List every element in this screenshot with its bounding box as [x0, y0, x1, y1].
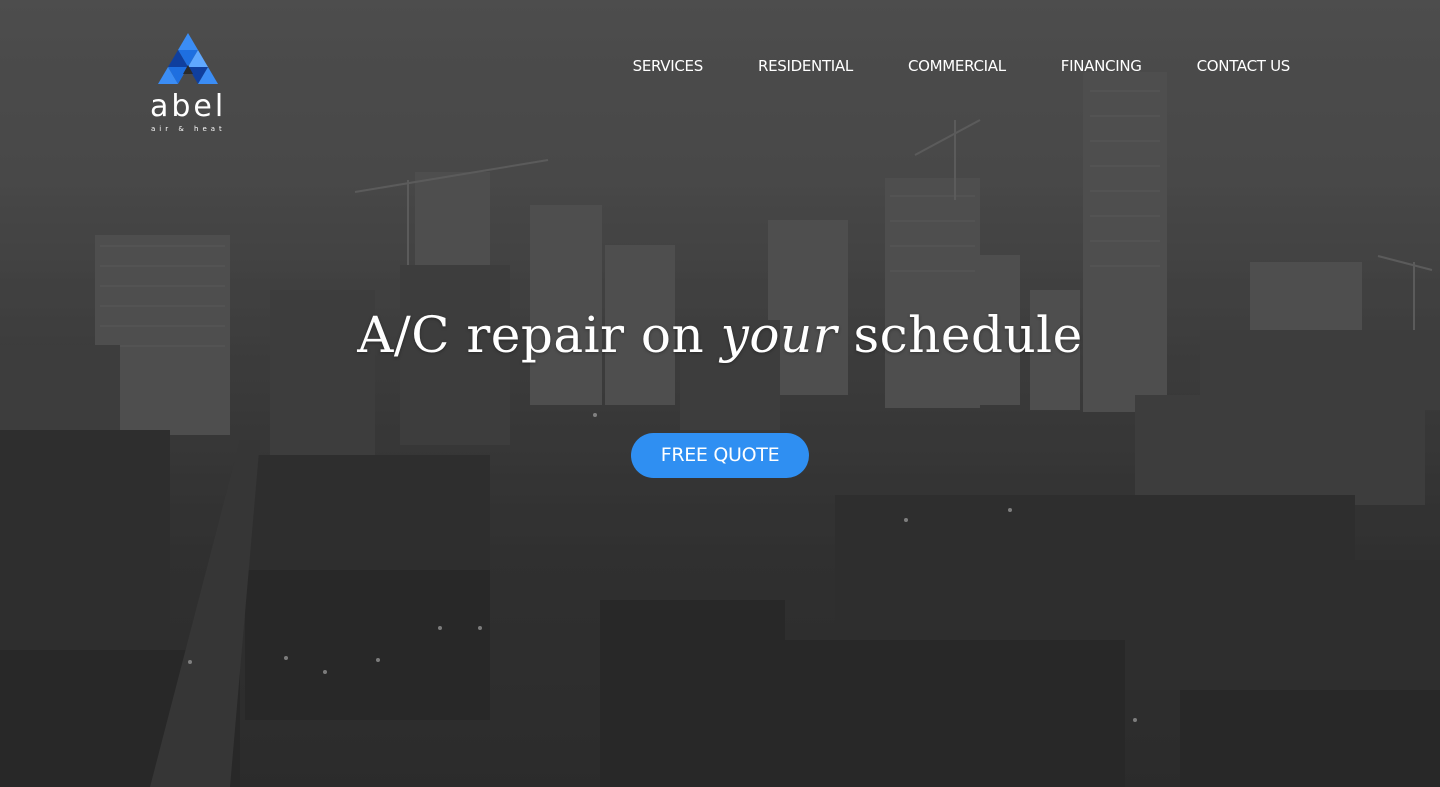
brand-name: abel [150, 89, 227, 124]
nav-commercial[interactable]: COMMERCIAL [908, 56, 1006, 76]
nav-services[interactable]: SERVICES [633, 56, 704, 76]
brand-tagline: air & heat [151, 125, 226, 133]
nav-residential[interactable]: RESIDENTIAL [758, 56, 853, 76]
free-quote-button[interactable]: FREE QUOTE [631, 433, 809, 478]
brand-logo[interactable]: abel air & heat [150, 32, 230, 136]
hero-headline: A/C repair on your schedule [0, 302, 1440, 368]
headline-text-before: A/C repair on [357, 306, 705, 364]
hero-section: abel air & heat SERVICES RESIDENTIAL COM… [0, 0, 1440, 787]
triangle-mosaic-logo-icon [158, 33, 218, 84]
main-nav: SERVICES RESIDENTIAL COMMERCIAL FINANCIN… [578, 56, 1291, 76]
nav-financing[interactable]: FINANCING [1061, 56, 1142, 76]
headline-emphasis: your [720, 306, 838, 364]
nav-contact-us[interactable]: CONTACT US [1197, 56, 1291, 76]
headline-text-after: schedule [853, 306, 1083, 364]
